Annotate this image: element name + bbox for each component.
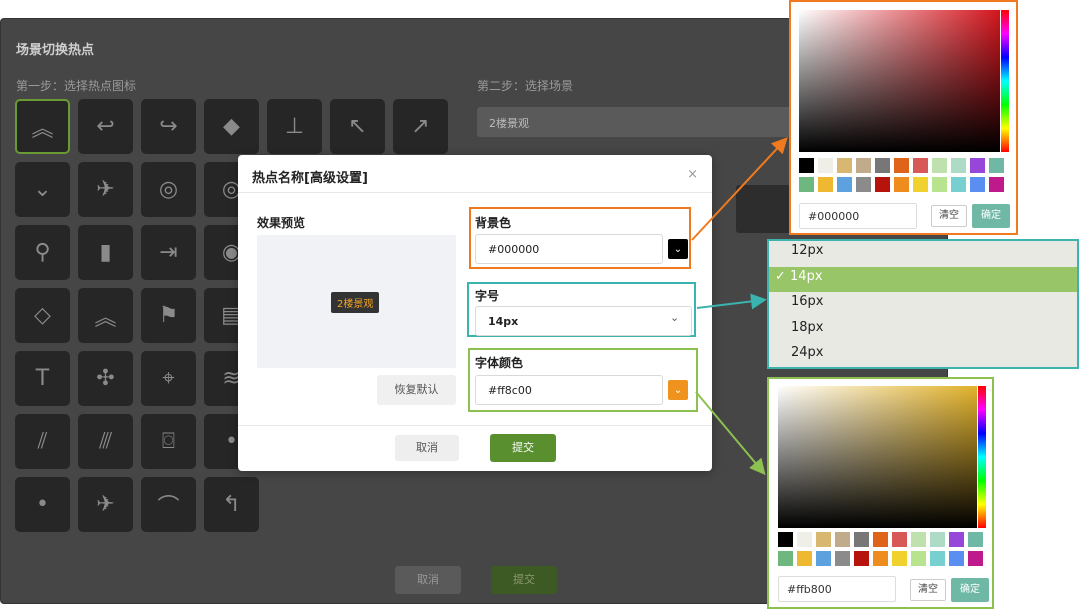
size-option-selected[interactable]: ✓ 14px bbox=[769, 266, 1077, 292]
chevron-down-icon[interactable]: ⌄ bbox=[15, 162, 70, 217]
color-palette[interactable] bbox=[778, 532, 983, 566]
font-picker-clear-button[interactable]: 清空 bbox=[910, 579, 946, 601]
bg-picker-value[interactable]: #000000 bbox=[799, 203, 917, 229]
scene-select[interactable]: 2楼景观 bbox=[477, 107, 807, 137]
bird-icon[interactable]: ⌒ bbox=[141, 477, 196, 532]
plane-icon[interactable]: ✈ bbox=[78, 477, 133, 532]
chevron-down-icon: ⌄ bbox=[670, 311, 680, 324]
font-color-picker: #ffb800 清空 确定 bbox=[767, 377, 994, 609]
close-icon[interactable]: × bbox=[687, 167, 698, 182]
advanced-settings-dialog: 热点名称[高级设置] × 效果预览 2楼景观 恢复默认 背景色 #000000 … bbox=[238, 155, 712, 471]
preview-label: 效果预览 bbox=[257, 216, 306, 230]
door-exit-icon[interactable]: ⇥ bbox=[141, 225, 196, 280]
step2-label: 第二步：选择场景 bbox=[477, 79, 574, 93]
bg-color-label: 背景色 bbox=[475, 216, 512, 230]
forward-arrow-icon[interactable]: ↪ bbox=[141, 99, 196, 154]
cursor-up-right-icon[interactable]: ↗ bbox=[393, 99, 448, 154]
preview-area: 2楼景观 bbox=[257, 235, 456, 368]
size-option[interactable]: 24px bbox=[769, 343, 1077, 369]
panel-title: 场景切换热点 bbox=[16, 43, 95, 58]
scene-thumbnail[interactable] bbox=[736, 185, 794, 233]
cursor-up-left-icon[interactable]: ↖ bbox=[330, 99, 385, 154]
font-size-label: 字号 bbox=[475, 289, 500, 303]
map-pin-icon[interactable]: ⌖ bbox=[141, 351, 196, 406]
font-picker-ok-button[interactable]: 确定 bbox=[951, 578, 989, 602]
camera-icon[interactable]: ⌼ bbox=[141, 414, 196, 469]
flag-icon[interactable]: ⚑ bbox=[141, 288, 196, 343]
preview-tag: 2楼景观 bbox=[331, 292, 380, 313]
font-color-label: 字体颜色 bbox=[475, 356, 524, 370]
step1-label: 第一步：选择热点图标 bbox=[16, 79, 137, 93]
cancel-button[interactable]: 取消 bbox=[395, 435, 459, 461]
bg-cancel-button[interactable]: 取消 bbox=[395, 566, 461, 594]
bg-color-picker: #000000 清空 确定 bbox=[789, 0, 1018, 235]
size-option[interactable]: 16px bbox=[769, 292, 1077, 318]
chevron-down-icon[interactable]: ⌄ bbox=[668, 380, 688, 400]
location-pin-icon[interactable]: ⚲ bbox=[15, 225, 70, 280]
text-t-icon[interactable]: T bbox=[15, 351, 70, 406]
bg-color-input[interactable]: #000000 bbox=[475, 234, 663, 264]
color-palette[interactable] bbox=[799, 158, 1004, 192]
hue-slider[interactable] bbox=[978, 386, 986, 528]
bg-submit-button[interactable]: 提交 bbox=[491, 566, 557, 594]
pin-stand-icon[interactable]: ⊥ bbox=[267, 99, 322, 154]
back-arrow-icon[interactable]: ↩ bbox=[78, 99, 133, 154]
restore-default-button[interactable]: 恢复默认 bbox=[377, 375, 456, 405]
bg-picker-clear-button[interactable]: 清空 bbox=[931, 205, 967, 227]
submit-button[interactable]: 提交 bbox=[490, 434, 556, 462]
tag-icon[interactable]: ▮ bbox=[78, 225, 133, 280]
bg-picker-ok-button[interactable]: 确定 bbox=[972, 204, 1010, 228]
font-size-select[interactable]: 14px bbox=[475, 306, 692, 336]
font-picker-value[interactable]: #ffb800 bbox=[778, 576, 896, 602]
road-lanes-2-icon[interactable]: ⫻ bbox=[78, 414, 133, 469]
return-arrow-icon[interactable]: ↰ bbox=[204, 477, 259, 532]
chevron-up-double-icon[interactable]: ︽ bbox=[15, 99, 70, 154]
saturation-panel[interactable] bbox=[778, 386, 977, 528]
dot-icon[interactable]: • bbox=[15, 477, 70, 532]
cube-icon[interactable]: ◆ bbox=[204, 99, 259, 154]
hue-slider[interactable] bbox=[1001, 10, 1009, 152]
helicopter-icon[interactable]: ✈ bbox=[78, 162, 133, 217]
font-color-input[interactable]: #ff8c00 bbox=[475, 375, 663, 405]
dialog-title: 热点名称[高级设置] bbox=[238, 155, 712, 193]
road-lanes-icon[interactable]: ⫽ bbox=[15, 414, 70, 469]
chevrons-up-icon[interactable]: ︽ bbox=[78, 288, 133, 343]
chevron-down-icon[interactable]: ⌄ bbox=[668, 239, 688, 259]
drone-icon[interactable]: ✣ bbox=[78, 351, 133, 406]
size-option[interactable]: 12px bbox=[769, 241, 1077, 267]
dialog-footer bbox=[238, 425, 712, 471]
target-icon[interactable]: ◎ bbox=[141, 162, 196, 217]
warning-diamond-icon[interactable]: ◇ bbox=[15, 288, 70, 343]
saturation-panel[interactable] bbox=[799, 10, 1000, 152]
size-option[interactable]: 18px bbox=[769, 318, 1077, 344]
font-size-dropdown: 12px ✓ 14px 16px 18px 24px bbox=[767, 239, 1079, 369]
